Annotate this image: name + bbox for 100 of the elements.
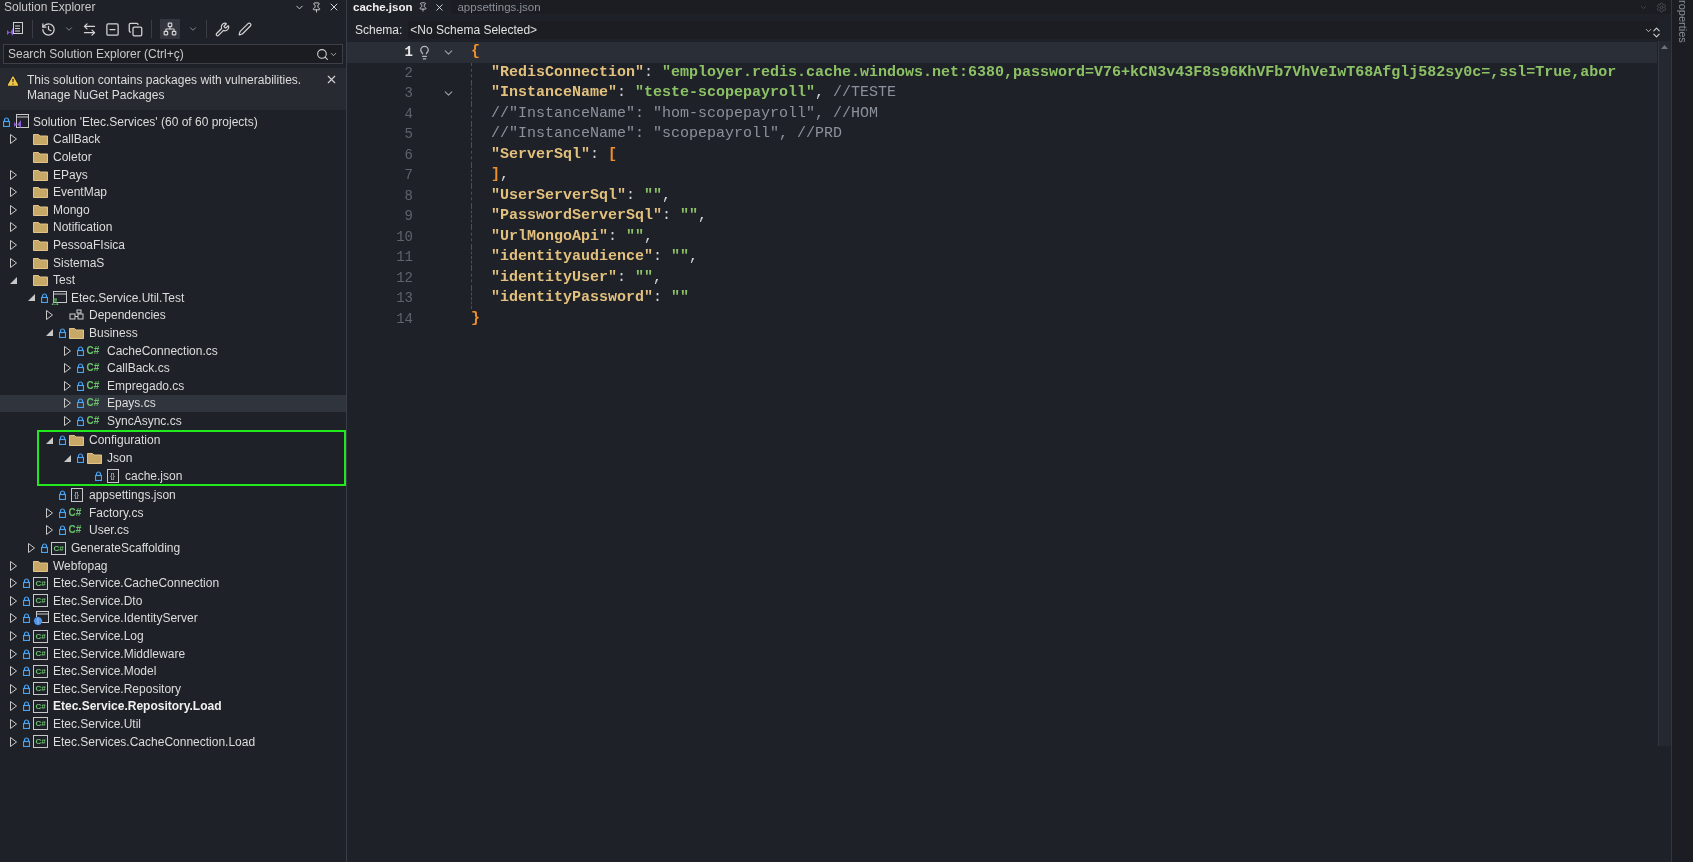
solution-icon	[12, 114, 29, 130]
tree-item[interactable]: C# Etec.Service.Log	[0, 627, 346, 645]
collapsed-arrow-icon[interactable]	[9, 736, 17, 747]
tree-item[interactable]: Coletor	[0, 148, 346, 166]
tree-item[interactable]: Business	[0, 324, 346, 342]
caret-icon[interactable]	[188, 24, 198, 34]
editor-tab[interactable]: appsettings.json	[451, 0, 547, 14]
vertical-scrollbar[interactable]	[1657, 41, 1671, 746]
tree-item[interactable]: Etec.Service.Util.Test	[0, 288, 346, 307]
collapsed-arrow-icon[interactable]	[9, 719, 17, 729]
panel-title: Solution Explorer	[4, 0, 96, 14]
tree-item[interactable]: C# CallBack.cs	[0, 359, 346, 377]
expanded-arrow-icon[interactable]	[63, 454, 71, 462]
tree-item[interactable]: Mongo	[0, 200, 346, 219]
properties-panel-tab[interactable]: roperties	[1675, 0, 1690, 43]
close-icon[interactable]	[434, 1, 446, 13]
collapsed-arrow-icon[interactable]	[63, 415, 71, 426]
tree-item[interactable]: C# Empregado.cs	[0, 376, 346, 395]
search-field[interactable]: Search Solution Explorer (Ctrl+ç)	[8, 45, 316, 63]
folder-icon	[33, 559, 48, 572]
collapsed-arrow-icon[interactable]	[9, 648, 17, 659]
collapsed-arrow-icon[interactable]	[9, 595, 17, 606]
collapsed-arrow-icon[interactable]	[9, 666, 17, 677]
collapsed-arrow-icon[interactable]	[9, 613, 17, 624]
pin-icon[interactable]	[311, 1, 322, 13]
collapsed-arrow-icon[interactable]	[27, 543, 35, 554]
tree-item[interactable]: EventMap	[0, 183, 346, 201]
tree-item[interactable]: C# CacheConnection.cs	[0, 341, 346, 360]
code-line: "identityaudience": "",	[471, 247, 699, 268]
tree-item[interactable]: C# Factory.cs	[0, 504, 346, 522]
expanded-arrow-icon[interactable]	[9, 276, 17, 284]
tree-item[interactable]: C# Epays.cs	[0, 394, 346, 413]
editor-tab[interactable]: cache.json	[347, 0, 452, 14]
tree-item[interactable]: C# Etec.Service.Dto	[0, 592, 346, 610]
tree-item[interactable]: C# Etec.Service.Model	[0, 662, 346, 680]
collapsed-arrow-icon[interactable]	[9, 134, 17, 145]
collapsed-arrow-icon[interactable]	[9, 169, 17, 180]
expanded-arrow-icon[interactable]	[45, 329, 53, 337]
tree-item[interactable]: PessoaFIsica	[0, 236, 346, 254]
csharp-file-icon: C#	[86, 362, 103, 375]
tree-item[interactable]: Notification	[0, 218, 346, 237]
tree-item[interactable]: Solution 'Etec.Services' (60 of 60 projects)	[0, 113, 346, 131]
collapsed-arrow-icon[interactable]	[9, 683, 17, 694]
tree-item[interactable]: Configuration	[39, 431, 344, 450]
tree-item[interactable]: Test	[0, 271, 346, 289]
tree-item[interactable]: C# Etec.Services.CacheConnection.Load	[0, 732, 346, 751]
solution-view-icon[interactable]	[6, 21, 24, 37]
folder-icon	[33, 274, 48, 287]
tree-item[interactable]: C# Etec.Service.Middleware	[0, 644, 346, 663]
tree-item[interactable]: C# Etec.Service.Repository	[0, 680, 346, 698]
sync-icon[interactable]	[82, 21, 97, 37]
caret-icon[interactable]	[64, 24, 74, 34]
tree-item[interactable]: C# Etec.Service.Repository.Load	[0, 697, 346, 716]
close-icon[interactable]	[328, 1, 340, 13]
wrench-icon[interactable]	[215, 21, 230, 37]
copy-icon[interactable]	[128, 21, 143, 37]
collapsed-arrow-icon[interactable]	[9, 187, 17, 198]
collapsed-arrow-icon[interactable]	[45, 525, 53, 536]
tree-item[interactable]: EPays	[0, 165, 346, 184]
collapsed-arrow-icon[interactable]	[63, 345, 71, 356]
tree-item[interactable]: Json	[39, 449, 344, 467]
tree-item[interactable]: C# User.cs	[0, 521, 346, 540]
tree-item[interactable]: Webfopag	[0, 556, 346, 575]
collapsed-arrow-icon[interactable]	[9, 239, 17, 250]
expanded-arrow-icon[interactable]	[27, 294, 35, 302]
folder-icon	[33, 151, 48, 163]
collapsed-arrow-icon[interactable]	[9, 204, 17, 215]
expanded-arrow-icon[interactable]	[45, 437, 53, 444]
collapsed-arrow-icon[interactable]	[9, 257, 17, 268]
tree-item[interactable]: C# SyncAsync.cs	[0, 412, 346, 430]
tree-item[interactable]: SistemaS	[0, 253, 346, 272]
test-project-icon	[50, 290, 67, 305]
collapsed-arrow-icon[interactable]	[45, 310, 53, 321]
collapse-all-icon[interactable]	[105, 21, 120, 37]
csharp-file-icon: C#	[68, 506, 85, 519]
pen-icon[interactable]	[238, 22, 252, 36]
collapsed-arrow-icon[interactable]	[63, 398, 71, 409]
tree-item[interactable]: Etec.Service.IdentityServer	[0, 609, 346, 628]
scroll-up-icon[interactable]	[1661, 45, 1668, 49]
search-bar[interactable]: Search Solution Explorer (Ctrl+ç)	[3, 44, 343, 64]
tree-item[interactable]: C# Etec.Service.CacheConnection	[0, 574, 346, 593]
collapsed-arrow-icon[interactable]	[9, 222, 17, 233]
collapsed-arrow-icon[interactable]	[9, 701, 17, 712]
collapsed-arrow-icon[interactable]	[63, 380, 71, 391]
tree-item[interactable]: C# Etec.Service.Util	[0, 715, 346, 733]
schema-dropdown[interactable]: <No Schema Selected>	[408, 21, 1657, 39]
collapsed-arrow-icon[interactable]	[45, 507, 53, 518]
collapsed-arrow-icon[interactable]	[9, 578, 17, 589]
view-toggle-button[interactable]	[160, 19, 180, 39]
close-icon[interactable]	[325, 73, 338, 86]
history-icon[interactable]	[41, 21, 56, 37]
tree-item[interactable]: Dependencies	[0, 306, 346, 325]
collapsed-arrow-icon[interactable]	[63, 363, 71, 374]
tree-item[interactable]: C# GenerateScaffolding	[0, 539, 346, 557]
code-line: //"InstanceName": "hom-scopepayroll", //HOM	[471, 103, 879, 124]
collapsed-arrow-icon[interactable]	[9, 560, 17, 571]
pin-icon[interactable]	[418, 2, 429, 12]
tree-item[interactable]: CallBack	[0, 130, 346, 149]
manage-packages-link[interactable]: Manage NuGet Packages	[27, 88, 318, 103]
collapsed-arrow-icon[interactable]	[9, 631, 17, 641]
